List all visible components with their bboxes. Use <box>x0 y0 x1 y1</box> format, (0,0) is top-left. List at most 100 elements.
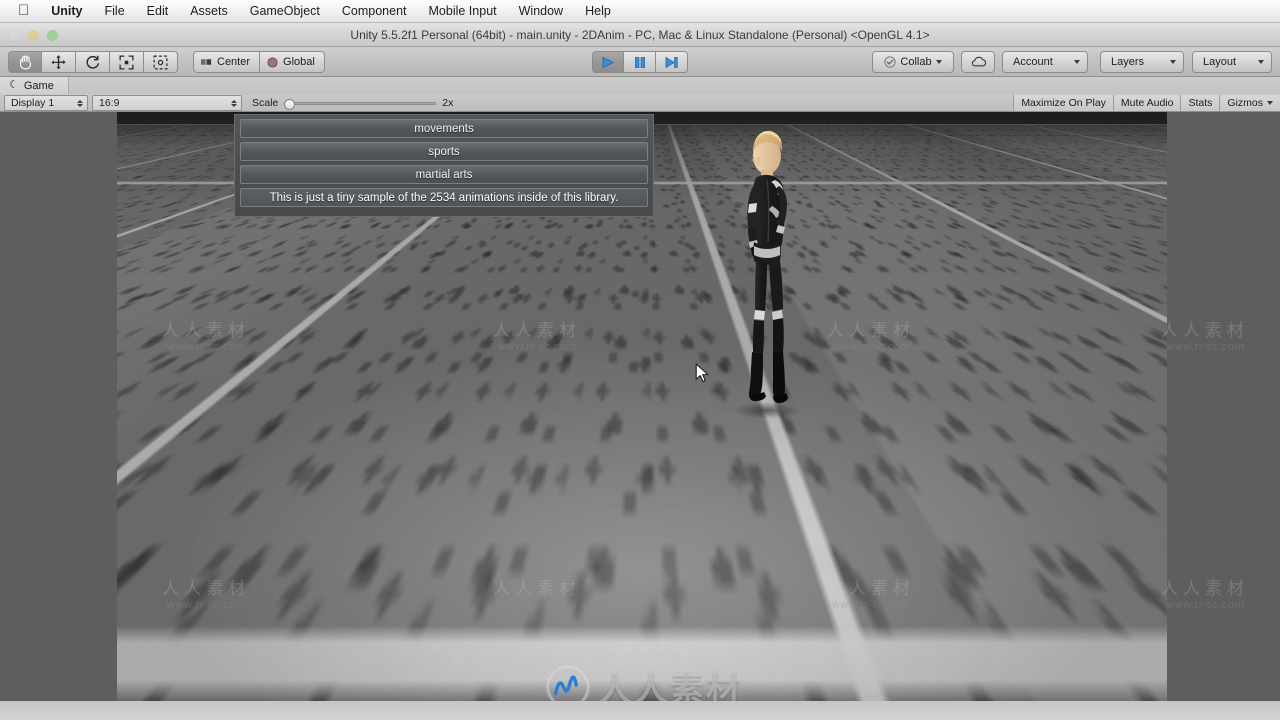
pivot-mode-label: Center <box>217 56 251 68</box>
maximize-on-play-button[interactable]: Maximize On Play <box>1013 95 1113 111</box>
scale-tool-button[interactable] <box>110 51 144 73</box>
chevron-down-icon <box>935 60 942 64</box>
chevron-down-icon <box>1170 60 1176 64</box>
display-dropdown[interactable]: Display 1 <box>4 95 88 111</box>
window-controls <box>9 23 58 47</box>
stepper-icon <box>77 99 83 107</box>
account-label: Account <box>1013 56 1053 68</box>
zoom-button-icon[interactable] <box>47 29 58 41</box>
tab-game[interactable]: ☾ Game <box>0 77 69 94</box>
cloud-icon <box>971 56 986 67</box>
chevron-down-icon <box>1074 60 1080 64</box>
menu-item-help[interactable]: Help <box>574 0 622 23</box>
layout-dropdown[interactable]: Layout <box>1192 51 1272 73</box>
menu-item-edit[interactable]: Edit <box>136 0 180 23</box>
scale-label: Scale <box>252 97 279 109</box>
pivot-center-icon <box>201 59 212 65</box>
close-button-icon[interactable] <box>9 29 20 41</box>
menu-item-gameobject[interactable]: GameObject <box>239 0 331 23</box>
layout-label: Layout <box>1203 56 1237 68</box>
step-button[interactable] <box>656 51 688 73</box>
aspect-ratio-dropdown[interactable]: 16:9 <box>92 95 242 111</box>
unity-toolbar: Center Global Collab Account Layers Layo… <box>0 47 1280 77</box>
sports-button[interactable]: sports <box>240 142 648 161</box>
rotate-tool-button[interactable] <box>76 51 110 73</box>
pause-button[interactable] <box>624 51 656 73</box>
hand-tool-button[interactable] <box>8 51 42 73</box>
stats-button[interactable]: Stats <box>1180 95 1220 111</box>
player-character <box>723 120 809 420</box>
pivot-mode-button[interactable]: Center <box>193 51 261 73</box>
menu-item-mobile-input[interactable]: Mobile Input <box>418 0 508 23</box>
pause-icon <box>634 56 645 68</box>
play-icon <box>602 56 614 68</box>
mute-audio-label: Mute Audio <box>1120 97 1174 109</box>
layers-dropdown[interactable]: Layers <box>1100 51 1184 73</box>
stats-label: Stats <box>1188 97 1213 109</box>
move-icon <box>51 54 66 69</box>
account-button[interactable]: Account <box>1002 51 1088 73</box>
gizmos-label: Gizmos <box>1227 97 1263 109</box>
layers-group: Layers <box>1100 51 1184 73</box>
minimize-button-icon[interactable] <box>28 29 39 41</box>
martial-arts-button[interactable]: martial arts <box>240 165 648 184</box>
game-view-icon: ☾ <box>9 79 19 91</box>
layers-label: Layers <box>1111 56 1145 68</box>
transform-tools-group <box>8 51 178 73</box>
collab-label: Collab <box>900 56 932 68</box>
window-bottom-strip <box>0 701 1280 720</box>
library-info-label: This is just a tiny sample of the 2534 a… <box>240 188 648 207</box>
move-tool-button[interactable] <box>42 51 76 73</box>
window-title-bar: Unity 5.5.2f1 Personal (64bit) - main.un… <box>0 23 1280 47</box>
collab-group: Collab <box>872 51 954 73</box>
panel-tab-bar: ☾ Game <box>0 77 1280 94</box>
rect-transform-icon <box>153 55 168 69</box>
mute-audio-button[interactable]: Mute Audio <box>1112 95 1181 111</box>
game-view-area[interactable]: movements sports martial arts This is ju… <box>0 112 1280 701</box>
character-shadow <box>733 402 801 419</box>
maximize-on-play-label: Maximize On Play <box>1021 97 1106 109</box>
menu-item-window[interactable]: Window <box>508 0 574 23</box>
menu-item-file[interactable]: File <box>94 0 136 23</box>
display-dropdown-label: Display 1 <box>11 97 55 109</box>
game-view-toolbar: Display 1 16:9 Scale 2x Maximize On Play… <box>0 94 1280 112</box>
game-render-surface[interactable]: movements sports martial arts This is ju… <box>117 112 1167 701</box>
aspect-ratio-label: 16:9 <box>99 97 120 109</box>
animation-category-panel: movements sports martial arts This is ju… <box>234 114 654 217</box>
scale-value: 2x <box>442 97 454 109</box>
gizmos-dropdown[interactable]: Gizmos <box>1219 95 1280 111</box>
window-title: Unity 5.5.2f1 Personal (64bit) - main.un… <box>350 27 930 42</box>
menu-item-unity[interactable]: Unity <box>40 0 93 23</box>
handle-mode-button[interactable]: Global <box>260 51 325 73</box>
collab-check-icon <box>884 56 897 68</box>
character-model-icon <box>747 130 788 404</box>
scale-slider-group: Scale 2x <box>252 95 453 111</box>
chevron-down-icon <box>1267 101 1273 105</box>
scale-slider[interactable] <box>284 98 437 110</box>
collab-button[interactable]: Collab <box>872 51 954 73</box>
account-group: Account <box>1002 51 1088 73</box>
apple-logo-icon[interactable]:  <box>14 3 40 20</box>
playback-controls-group <box>592 51 688 73</box>
rotate-icon <box>86 55 100 69</box>
scale-slider-handle[interactable] <box>284 98 296 110</box>
globe-icon <box>267 56 278 68</box>
play-button[interactable] <box>592 51 624 73</box>
unity-editor-window:  Unity File Edit Assets GameObject Comp… <box>0 0 1280 720</box>
handle-mode-label: Global <box>283 56 315 68</box>
tab-game-label: Game <box>23 79 54 92</box>
menu-item-component[interactable]: Component <box>331 0 418 23</box>
mac-menu-bar:  Unity File Edit Assets GameObject Comp… <box>0 0 1280 23</box>
services-group <box>961 51 995 73</box>
step-forward-icon <box>665 56 678 68</box>
rect-tool-button[interactable] <box>144 51 178 73</box>
game-view-right-buttons: Maximize On Play Mute Audio Stats Gizmos <box>1013 95 1280 111</box>
scale-icon <box>119 54 134 70</box>
movements-button[interactable]: movements <box>240 119 648 138</box>
layout-group: Layout <box>1192 51 1272 73</box>
pivot-handle-group: Center Global <box>193 51 325 73</box>
hand-icon <box>19 55 31 69</box>
chevron-down-icon <box>1258 60 1264 64</box>
menu-item-assets[interactable]: Assets <box>179 0 239 23</box>
cloud-services-button[interactable] <box>961 51 995 73</box>
